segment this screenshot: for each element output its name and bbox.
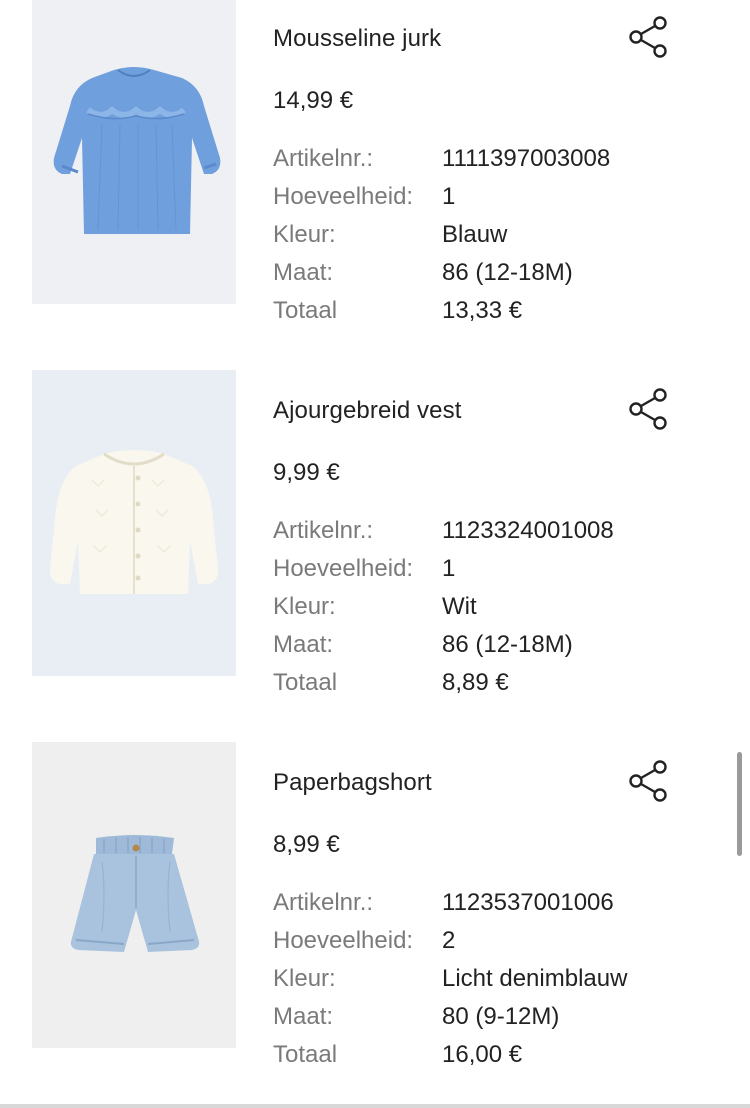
value-total: 16,00 € xyxy=(442,1041,523,1068)
detail-row-total: Totaal 13,33 € xyxy=(273,296,713,334)
cart-item: Mousseline jurk 14,99 € Artikelnr.: 1111… xyxy=(0,0,750,324)
share-button[interactable] xyxy=(624,386,672,432)
product-name[interactable]: Ajourgebreid vest xyxy=(273,396,461,426)
value-quantity: 1 xyxy=(442,555,456,582)
value-quantity: 1 xyxy=(442,183,456,210)
detail-row-quantity: Hoeveelheid: 1 xyxy=(273,554,713,592)
value-size: 86 (12-18M) xyxy=(442,631,573,658)
label-total: Totaal xyxy=(273,669,338,696)
label-total: Totaal xyxy=(273,1041,338,1068)
product-price: 14,99 € xyxy=(273,87,354,114)
value-total: 8,89 € xyxy=(442,669,509,696)
product-name[interactable]: Mousseline jurk xyxy=(273,24,441,54)
scrollbar[interactable] xyxy=(737,752,742,856)
product-image[interactable] xyxy=(32,0,236,304)
label-quantity: Hoeveelheid: xyxy=(273,183,414,210)
detail-row-size: Maat: 86 (12-18M) xyxy=(273,630,713,668)
detail-row-total: Totaal 8,89 € xyxy=(273,668,713,706)
detail-row-color: Kleur: Blauw xyxy=(273,220,713,258)
value-size: 86 (12-18M) xyxy=(442,259,573,286)
share-icon xyxy=(629,388,667,430)
product-price: 9,99 € xyxy=(273,459,340,486)
detail-row-article: Artikelnr.: 1111397003008 xyxy=(273,144,713,182)
label-size: Maat: xyxy=(273,1003,334,1030)
label-total: Totaal xyxy=(273,297,338,324)
cart-item-list: Mousseline jurk 14,99 € Artikelnr.: 1111… xyxy=(0,0,750,1108)
detail-row-article: Artikelnr.: 1123324001008 xyxy=(273,516,713,554)
product-details: Artikelnr.: 1111397003008 Hoeveelheid: 1… xyxy=(273,144,713,334)
value-article-no: 1123324001008 xyxy=(442,517,614,544)
label-size: Maat: xyxy=(273,259,334,286)
product-price: 8,99 € xyxy=(273,831,340,858)
value-size: 80 (9-12M) xyxy=(442,1003,560,1030)
value-color: Wit xyxy=(442,593,477,620)
share-icon xyxy=(629,760,667,802)
label-size: Maat: xyxy=(273,631,334,658)
detail-row-total: Totaal 16,00 € xyxy=(273,1040,713,1078)
detail-row-quantity: Hoeveelheid: 2 xyxy=(273,926,713,964)
label-quantity: Hoeveelheid: xyxy=(273,927,414,954)
share-icon xyxy=(629,16,667,58)
label-article-no: Artikelnr.: xyxy=(273,145,374,172)
detail-row-size: Maat: 86 (12-18M) xyxy=(273,258,713,296)
value-article-no: 1111397003008 xyxy=(442,145,611,172)
label-quantity: Hoeveelheid: xyxy=(273,555,414,582)
product-name[interactable]: Paperbagshort xyxy=(273,768,432,798)
product-image[interactable] xyxy=(32,370,236,676)
product-details: Artikelnr.: 1123324001008 Hoeveelheid: 1… xyxy=(273,516,713,706)
label-color: Kleur: xyxy=(273,965,336,992)
value-color: Licht denimblauw xyxy=(442,965,628,992)
share-button[interactable] xyxy=(624,14,672,60)
detail-row-article: Artikelnr.: 1123537001006 xyxy=(273,888,713,926)
cart-item: Ajourgebreid vest 9,99 € Artikelnr.: 112… xyxy=(0,370,750,696)
detail-row-size: Maat: 80 (9-12M) xyxy=(273,1002,713,1040)
label-color: Kleur: xyxy=(273,593,336,620)
detail-row-quantity: Hoeveelheid: 1 xyxy=(273,182,713,220)
detail-row-color: Kleur: Licht denimblauw xyxy=(273,964,713,1002)
value-total: 13,33 € xyxy=(442,297,523,324)
label-color: Kleur: xyxy=(273,221,336,248)
share-button[interactable] xyxy=(624,758,672,804)
label-article-no: Artikelnr.: xyxy=(273,889,374,916)
value-color: Blauw xyxy=(442,221,508,248)
detail-row-color: Kleur: Wit xyxy=(273,592,713,630)
bottom-divider xyxy=(0,1104,750,1108)
value-quantity: 2 xyxy=(442,927,456,954)
product-details: Artikelnr.: 1123537001006 Hoeveelheid: 2… xyxy=(273,888,713,1078)
cart-item: Paperbagshort 8,99 € Artikelnr.: 1123537… xyxy=(0,742,750,1068)
value-article-no: 1123537001006 xyxy=(442,889,614,916)
product-image[interactable] xyxy=(32,742,236,1048)
label-article-no: Artikelnr.: xyxy=(273,517,374,544)
